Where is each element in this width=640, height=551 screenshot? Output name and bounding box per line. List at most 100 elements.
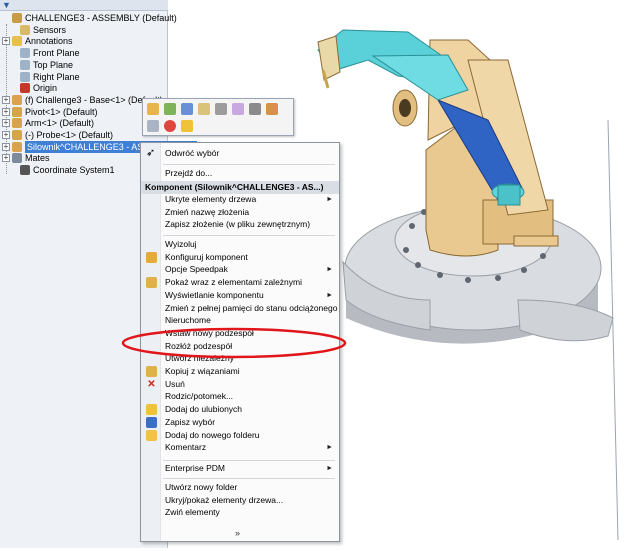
menu-item-label: Ukryj/pokaż elementy drzewa...	[165, 494, 284, 505]
part-icon	[12, 118, 22, 129]
color-icon[interactable]	[181, 120, 193, 132]
tree-item-label: Sensors	[33, 24, 67, 35]
menu-item-label: Komentarz	[165, 442, 207, 453]
tree-item-label: Coordinate System1	[33, 165, 115, 176]
part-icon	[12, 94, 22, 105]
sensors-icon	[20, 24, 30, 35]
filter-icon[interactable]: ▼	[2, 0, 11, 10]
plane-icon	[20, 71, 30, 82]
menu-item-undo-select[interactable]: ➶ Odwróć wybór	[141, 147, 339, 160]
menu-item[interactable]: Ukryte elementy drzewa ►	[141, 193, 339, 206]
select-cursor-icon: ➶	[146, 147, 156, 159]
copy-with-mates-icon	[146, 366, 157, 377]
tree-item[interactable]: Right Plane	[10, 71, 80, 83]
favorites-icon	[146, 404, 157, 416]
menu-item[interactable]: Utwórz nowy folder	[141, 481, 339, 494]
menu-item-label: Usuń	[165, 378, 185, 389]
tree-item[interactable]: + Mates	[2, 152, 50, 164]
tree-item-label: (-) Probe<1> (Default)	[25, 130, 114, 140]
coordinate-system-icon	[20, 165, 30, 176]
context-toolbar	[142, 98, 294, 136]
expand-icon[interactable]: +	[2, 37, 10, 46]
tree-item-label: Pivot<1> (Default)	[25, 106, 98, 117]
expand-icon[interactable]: +	[2, 154, 10, 163]
hide-icon[interactable]	[198, 103, 210, 115]
menu-item[interactable]: Enterprise PDM ►	[141, 462, 339, 475]
menu-item[interactable]: Zmień nazwę złożenia	[141, 206, 339, 219]
menu-item-label: Rozłóż podzespół	[165, 340, 233, 351]
expand-icon[interactable]: +	[2, 95, 10, 104]
menu-item[interactable]: Rozłóż podzespół	[141, 340, 339, 353]
subassembly-icon	[12, 141, 22, 152]
tree-item[interactable]: + (f) Challenge3 - Base<1> (Default)	[2, 94, 163, 106]
properties-icon[interactable]	[266, 103, 278, 115]
submenu-arrow-icon: ►	[326, 196, 333, 203]
tree-item[interactable]: Coordinate System1	[10, 164, 115, 176]
zoom-to-selection-icon[interactable]	[147, 120, 159, 132]
tree-item[interactable]: + Annotations	[2, 35, 73, 47]
menu-item[interactable]: Zmień z pełnej pamięci do stanu odciążon…	[141, 302, 339, 315]
menu-item[interactable]: Dodaj do nowego folderu	[141, 429, 339, 442]
menu-item-label: Zmień z pełnej pamięci do stanu odciążon…	[165, 302, 338, 313]
tree-item-label: Right Plane	[33, 71, 80, 82]
menu-item[interactable]: Pokaż wraz z elementami zależnymi	[141, 276, 339, 289]
transparency-icon[interactable]	[232, 103, 244, 115]
menu-item-label: Dodaj do ulubionych	[165, 404, 243, 415]
assembly-icon	[12, 13, 22, 23]
expand-menu-chevron-icon[interactable]: »	[235, 528, 240, 538]
annotations-icon	[12, 36, 22, 47]
expand-icon[interactable]: +	[2, 131, 10, 139]
suppress-icon[interactable]	[215, 103, 227, 115]
plane-icon	[20, 48, 30, 59]
menu-item[interactable]: Rodzic/potomek...	[141, 390, 339, 403]
save-selection-icon	[146, 416, 157, 428]
menu-item[interactable]: Utwórz niezależny	[141, 352, 339, 365]
appearance-icon[interactable]	[164, 120, 176, 132]
expand-icon[interactable]: +	[2, 119, 10, 128]
menu-item[interactable]: Wstaw nowy podzespół	[141, 327, 339, 340]
tree-item[interactable]: CHALLENGE3 - ASSEMBLY (Default)	[2, 12, 177, 24]
tree-item-label: Mates	[25, 153, 50, 164]
open-part-icon[interactable]	[147, 103, 159, 115]
tree-item[interactable]: Top Plane	[10, 59, 73, 71]
menu-item[interactable]: Kopiuj z wiązaniami	[141, 365, 339, 378]
tree-item[interactable]: + Pivot<1> (Default)	[2, 106, 98, 118]
menu-item-label: Zapisz złożenie (w pliku zewnętrznym)	[165, 219, 311, 230]
tree-item[interactable]: + (-) Probe<1> (Default)	[2, 129, 113, 141]
menu-item-label: Utwórz nowy folder	[165, 482, 238, 492]
tree-item[interactable]: Sensors	[10, 24, 66, 36]
tree-item-label: CHALLENGE3 - ASSEMBLY (Default)	[25, 13, 177, 23]
tree-item[interactable]: + Arm<1> (Default)	[2, 117, 94, 129]
tree-item[interactable]: Front Plane	[10, 47, 80, 59]
menu-item[interactable]: Zwiń elementy	[141, 506, 339, 519]
menu-item[interactable]: Zapisz wybór	[141, 416, 339, 429]
menu-item-label: Opcje Speedpak	[165, 264, 228, 275]
smart-mate-icon[interactable]	[181, 103, 193, 115]
part-icon	[12, 130, 22, 140]
menu-item-label: Pokaż wraz z elementami zależnymi	[165, 277, 302, 288]
menu-item[interactable]: Nieruchome	[141, 314, 339, 327]
submenu-arrow-icon: ►	[326, 291, 333, 299]
tree-toolbar: ▼	[0, 0, 168, 11]
menu-item[interactable]: Zapisz złożenie (w pliku zewnętrznym)	[141, 218, 339, 231]
origin-icon	[20, 83, 30, 94]
menu-item[interactable]: ✕ Usuń	[141, 378, 339, 391]
menu-item[interactable]: Konfiguruj komponent	[141, 251, 339, 264]
menu-item[interactable]: Wyświetlanie komponentu ►	[141, 289, 339, 302]
expand-icon[interactable]: +	[2, 107, 10, 116]
menu-item[interactable]: Opcje Speedpak ►	[141, 263, 339, 276]
menu-item-goto[interactable]: Przejdź do...	[141, 167, 339, 180]
tree-item[interactable]: Origin	[10, 82, 57, 94]
menu-item[interactable]: Dodaj do ulubionych	[141, 403, 339, 416]
delete-icon: ✕	[147, 378, 156, 390]
menu-item[interactable]: Ukryj/pokaż elementy drzewa...	[141, 494, 339, 507]
expand-icon[interactable]: +	[2, 142, 10, 151]
mate-icon[interactable]	[249, 103, 261, 115]
menu-item[interactable]: Komentarz ►	[141, 441, 339, 454]
menu-item-label: Wstaw nowy podzespół	[165, 327, 254, 338]
menu-item-label: Rodzic/potomek...	[165, 391, 234, 402]
tree-item-label: Annotations	[25, 36, 73, 47]
menu-item-label: Wyizoluj	[165, 239, 197, 249]
edit-assembly-icon[interactable]	[164, 103, 176, 115]
menu-item[interactable]: Wyizoluj	[141, 238, 339, 251]
